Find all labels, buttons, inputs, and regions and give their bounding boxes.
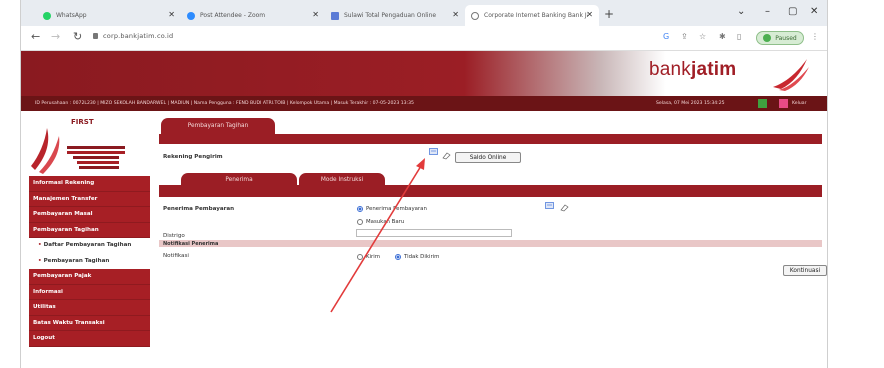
tab-title: Corporate Internet Banking Bank Jatim [484, 12, 588, 19]
rekening-pengirim-label: Rekening Pengirim [163, 154, 223, 160]
sidebar-menu: Informasi Rekening Manajemen Transfer Pe… [29, 176, 150, 347]
close-icon[interactable]: ✕ [452, 10, 459, 19]
tab-title: WhatsApp [56, 12, 87, 19]
bank-banner: bankjatim [21, 51, 827, 96]
masukan-baru-input[interactable] [356, 229, 512, 237]
url-text: corp.bankjatim.co.id [103, 32, 174, 40]
sidebar-item-pembayaran-pajak[interactable]: Pembayaran Pajak [29, 269, 150, 285]
close-icon[interactable]: ✕ [168, 10, 175, 19]
radio-notif-tidak-dikirim-label: Tidak Dikirim [404, 254, 440, 260]
radio-masukan-baru[interactable] [357, 219, 363, 225]
browser-tab-bankjatim[interactable]: Corporate Internet Banking Bank Jatim ✕ [465, 5, 599, 26]
close-icon[interactable]: ✕ [586, 10, 593, 19]
continue-button[interactable]: Kontinuasi [783, 265, 827, 276]
sidebar-item-pembayaran-tagihan[interactable]: Pembayaran Tagihan [29, 222, 150, 238]
reload-icon[interactable]: ↻ [73, 30, 82, 43]
bullet-icon: • [38, 242, 42, 248]
puzzle-icon[interactable]: ✱ [719, 32, 726, 41]
forward-arrow-icon[interactable]: → [51, 30, 60, 43]
radio-notif-kirim[interactable] [357, 254, 363, 260]
notifikasi-label: Notifikasi [163, 253, 189, 259]
minimize-icon[interactable]: – [765, 6, 770, 17]
first-logo-icon [31, 128, 125, 174]
tab-pembayaran-tagihan[interactable]: Pembayaran Tagihan [161, 118, 275, 134]
zoom-icon [187, 11, 195, 20]
browser-tab-bar: WhatsApp ✕ Post Attendee - Zoom ✕ Sulawi… [21, 0, 827, 26]
browser-tab-zoom[interactable]: Post Attendee - Zoom ✕ [181, 5, 325, 26]
sidebar-item-informasi[interactable]: Informasi [29, 284, 150, 300]
eraser-icon[interactable] [442, 152, 451, 160]
tab-title: Sulawi Total Pengaduan Online [344, 12, 437, 19]
chevron-down-icon[interactable]: ⌄ [737, 6, 745, 17]
sidepanel-icon[interactable]: ▯ [737, 32, 741, 41]
radio-masukan-baru-label: Masukan Baru [366, 219, 405, 225]
sidebar-item-informasi-rekening[interactable]: Informasi Rekening [29, 176, 150, 192]
sidebar-subitem-daftar-pembayaran[interactable]: • Daftar Pembayaran Tagihan [29, 238, 150, 254]
whatsapp-icon [43, 11, 51, 20]
radio-notif-kirim-label: Kirim [366, 254, 380, 260]
sidebar-item-logout[interactable]: Logout [29, 331, 150, 347]
address-bar: ← → ↻ corp.bankjatim.co.id G ⇪ ☆ ✱ ▯ Pau… [21, 26, 827, 51]
swoosh-logo-icon [773, 59, 809, 91]
profile-paused-badge[interactable]: Paused [756, 31, 804, 45]
sidebar-subitem-pembayaran-tagihan[interactable]: • Pembayaran Tagihan [29, 253, 150, 269]
lock-icon [93, 33, 98, 39]
datetime-info: Selasa, 07 Mei 2023 15:34:25 [656, 101, 725, 106]
user-info-bar: ID Perusahaan : 0072L230 | MIZO SEKOLAH … [21, 96, 827, 111]
notifikasi-penerima-header: Notifikasi Penerima [163, 241, 219, 247]
account-list-icon[interactable] [429, 148, 438, 156]
close-icon[interactable]: ✕ [312, 10, 319, 19]
close-window-icon[interactable]: ✕ [810, 6, 818, 17]
saldo-online-button[interactable]: Saldo Online [455, 152, 521, 163]
back-arrow-icon[interactable]: ← [31, 30, 40, 43]
sidebar-item-manajemen-transfer[interactable]: Manajemen Transfer [29, 191, 150, 207]
share-icon[interactable]: ⇪ [681, 32, 688, 41]
radio-penerima-pembayaran[interactable] [357, 206, 363, 212]
bankjatim-logo: bankjatim [649, 59, 737, 80]
session-info: ID Perusahaan : 0072L230 | MIZO SEKOLAH … [35, 101, 414, 106]
browser-tab-pengaduan[interactable]: Sulawi Total Pengaduan Online ✕ [325, 5, 465, 26]
restore-icon[interactable]: ▢ [788, 6, 797, 17]
bullet-icon: • [38, 257, 42, 264]
sidebar: FIRST Informasi Rekening Manajemen Trans… [29, 116, 150, 347]
main-content: Pembayaran Tagihan Rekening Pengirim Sal… [159, 118, 827, 348]
screenshot-frame: WhatsApp ✕ Post Attendee - Zoom ✕ Sulawi… [20, 0, 828, 368]
globe-icon [471, 11, 479, 20]
star-icon[interactable]: ☆ [699, 32, 706, 41]
notifikasi-header-bar [159, 240, 822, 247]
sidebar-item-utilitas[interactable]: Utilitas [29, 300, 150, 316]
penerima-section-bar [159, 185, 822, 197]
bar-chart-icon [331, 11, 339, 20]
section-header-bar [159, 134, 822, 144]
avatar [763, 34, 772, 42]
distrigo-label: Distrigo [163, 233, 185, 239]
google-icon[interactable]: G [663, 32, 669, 41]
new-tab-plus-icon[interactable]: + [604, 7, 614, 21]
sidebar-item-batas-waktu[interactable]: Batas Waktu Transaksi [29, 315, 150, 331]
logout-link[interactable]: Keluar [792, 96, 807, 111]
browser-tab-whatsapp[interactable]: WhatsApp ✕ [37, 5, 181, 26]
kebab-menu-icon[interactable]: ⋮ [811, 32, 819, 41]
sidebar-item-pembayaran-masal[interactable]: Pembayaran Masal [29, 207, 150, 223]
url-field[interactable]: corp.bankjatim.co.id [93, 32, 173, 40]
home-icon[interactable] [758, 99, 767, 108]
eraser-icon[interactable] [560, 204, 569, 212]
radio-notif-tidak-dikirim[interactable] [395, 254, 401, 260]
penerima-pembayaran-label: Penerima Pembayaran [163, 206, 235, 212]
logout-icon[interactable] [779, 99, 788, 108]
sidebar-brand-title: FIRST [71, 118, 94, 126]
recipient-list-icon[interactable] [545, 202, 554, 210]
tab-title: Post Attendee - Zoom [200, 12, 266, 19]
radio-penerima-pembayaran-label: Penerima Pembayaran [366, 206, 427, 212]
paused-label: Paused [775, 34, 797, 42]
